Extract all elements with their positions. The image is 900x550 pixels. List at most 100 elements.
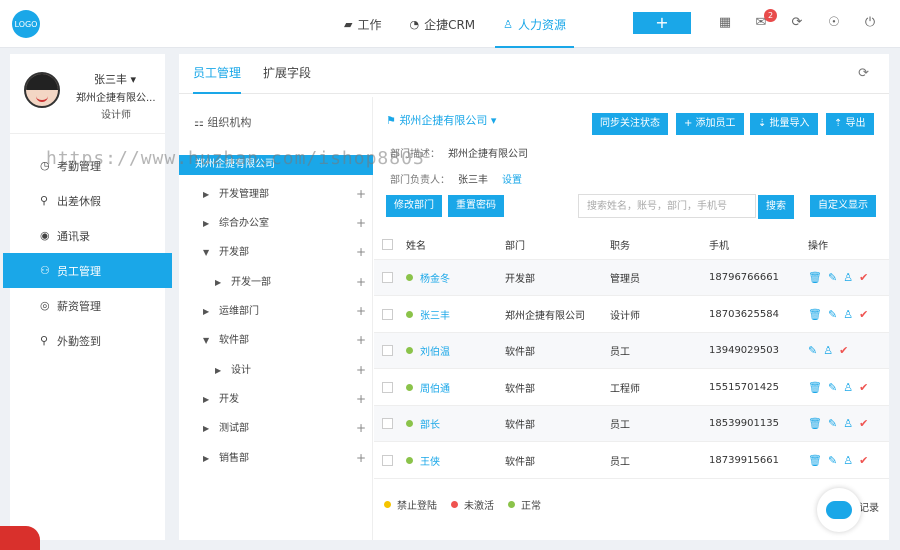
user-settings-icon[interactable]: ♙ <box>843 454 853 467</box>
refresh-icon[interactable]: ⟳ <box>858 66 869 81</box>
search-input[interactable] <box>578 194 756 218</box>
employee-name-link[interactable]: 张三丰 <box>420 307 450 322</box>
edit-icon[interactable]: ✎ <box>828 381 837 394</box>
delete-icon[interactable]: 🗑 <box>808 454 822 467</box>
power-icon[interactable]: ⏻ <box>861 14 879 32</box>
row-checkbox[interactable] <box>382 333 393 368</box>
table-row[interactable]: 王侠 软件部 员工 18739915661 🗑 ✎ ♙ ✔ <box>374 443 889 479</box>
table-row[interactable]: 刘伯温 软件部 员工 13949029503 ✎ ♙ ✔ <box>374 333 889 369</box>
add-node-icon[interactable]: + <box>356 275 366 289</box>
row-checkbox[interactable] <box>382 443 393 478</box>
edit-icon[interactable]: ✎ <box>828 454 837 467</box>
row-checkbox[interactable] <box>382 406 393 441</box>
add-node-icon[interactable]: + <box>356 187 366 201</box>
employee-name-link[interactable]: 周伯通 <box>420 380 450 395</box>
add-node-icon[interactable]: + <box>356 304 366 318</box>
caret-down-icon[interactable]: ▼ <box>203 331 219 351</box>
confirm-icon[interactable]: ✔ <box>859 454 868 467</box>
caret-right-icon[interactable]: ▶ <box>203 214 219 234</box>
sidebar-item-checkin[interactable]: ⚲ 外勤签到 <box>10 323 165 358</box>
logo[interactable]: LOGO <box>12 10 40 38</box>
table-row[interactable]: 杨金冬 开发部 管理员 18796766661 🗑 ✎ ♙ ✔ <box>374 260 889 296</box>
confirm-icon[interactable]: ✔ <box>859 381 868 394</box>
caret-right-icon[interactable]: ▶ <box>215 273 231 293</box>
tree-node[interactable]: ▶ 综合办公室 <box>203 214 269 234</box>
caret-right-icon[interactable]: ▶ <box>203 302 219 322</box>
add-node-icon[interactable]: + <box>356 421 366 435</box>
add-staff-button[interactable]: + 添加员工 <box>676 113 744 135</box>
reset-password-button[interactable]: 重置密码 <box>448 195 504 217</box>
bulb-icon[interactable]: ☉ <box>825 14 843 32</box>
tree-node[interactable]: ▶ 设计 <box>215 361 251 381</box>
delete-icon[interactable]: 🗑 <box>808 417 822 430</box>
avatar[interactable] <box>24 72 60 108</box>
tab-staff-management[interactable]: 员工管理 <box>193 54 242 94</box>
nav-hr[interactable]: ♙ 人力资源 <box>489 0 580 48</box>
caret-right-icon[interactable]: ▶ <box>203 185 219 205</box>
row-checkbox[interactable] <box>382 370 393 405</box>
user-settings-icon[interactable]: ♙ <box>843 417 853 430</box>
add-node-icon[interactable]: + <box>356 392 366 406</box>
select-all-checkbox[interactable] <box>382 230 393 259</box>
user-name-dropdown[interactable]: 张三丰 ▾ <box>94 71 136 87</box>
sync-icon[interactable]: ⟳ <box>788 14 806 32</box>
sidebar-item-staff[interactable]: ⚇ 员工管理 <box>3 253 172 288</box>
table-row[interactable]: 部长 软件部 员工 18539901135 🗑 ✎ ♙ ✔ <box>374 406 889 442</box>
chat-icon[interactable] <box>817 488 861 532</box>
caret-down-icon[interactable]: ▼ <box>203 243 219 263</box>
confirm-icon[interactable]: ✔ <box>859 271 868 284</box>
employee-name-link[interactable]: 部长 <box>420 416 440 431</box>
edit-icon[interactable]: ✎ <box>828 271 837 284</box>
employee-name-link[interactable]: 杨金冬 <box>420 270 450 285</box>
tree-node[interactable]: ▶ 运维部门 <box>203 302 259 322</box>
tree-node[interactable]: ▶ 测试部 <box>203 419 249 439</box>
edit-icon[interactable]: ✎ <box>828 308 837 321</box>
tree-node[interactable]: ▼ 软件部 <box>203 331 249 351</box>
add-node-icon[interactable]: + <box>356 333 366 347</box>
qrcode-icon[interactable]: ▦ <box>716 14 734 32</box>
add-node-icon[interactable]: + <box>356 216 366 230</box>
set-head-link[interactable]: 设置 <box>502 175 522 186</box>
add-node-icon[interactable]: + <box>356 363 366 377</box>
employee-name-link[interactable]: 刘伯温 <box>420 343 450 358</box>
sidebar-item-salary[interactable]: ◎ 薪资管理 <box>10 288 165 323</box>
export-button[interactable]: ⇡ 导出 <box>826 113 874 135</box>
tree-node[interactable]: ▶ 开发一部 <box>215 273 271 293</box>
caret-right-icon[interactable]: ▶ <box>203 419 219 439</box>
confirm-icon[interactable]: ✔ <box>859 417 868 430</box>
delete-icon[interactable]: 🗑 <box>808 271 822 284</box>
tree-node[interactable]: ▶ 开发 <box>203 390 239 410</box>
tree-node-root[interactable]: 郑州企捷有限公司 <box>179 155 373 175</box>
user-settings-icon[interactable]: ♙ <box>843 381 853 394</box>
mail-icon[interactable]: ✉ 2 <box>752 9 777 32</box>
sidebar-item-leave[interactable]: ⚲ 出差休假 <box>10 183 165 218</box>
confirm-icon[interactable]: ✔ <box>839 344 848 357</box>
nav-work[interactable]: ▰ 工作 <box>330 0 395 48</box>
user-settings-icon[interactable]: ♙ <box>823 344 833 357</box>
tree-node[interactable]: ▼ 开发部 <box>203 243 249 263</box>
tab-extend-fields[interactable]: 扩展字段 <box>263 54 311 94</box>
user-settings-icon[interactable]: ♙ <box>843 271 853 284</box>
add-node-icon[interactable]: + <box>356 245 366 259</box>
search-button[interactable]: 搜索 <box>758 195 794 219</box>
corner-badge-icon[interactable] <box>0 526 40 550</box>
sidebar-item-contacts[interactable]: ◉ 通讯录 <box>10 218 165 253</box>
row-checkbox[interactable] <box>382 260 393 295</box>
company-selector[interactable]: ⚑ 郑州企捷有限公司 ▾ <box>386 112 496 128</box>
table-row[interactable]: 周伯通 软件部 工程师 15515701425 🗑 ✎ ♙ ✔ <box>374 370 889 406</box>
sync-follow-button[interactable]: 同步关注状态 <box>592 113 668 135</box>
caret-right-icon[interactable]: ▶ <box>203 449 219 469</box>
edit-dept-button[interactable]: 修改部门 <box>386 195 442 217</box>
nav-crm[interactable]: ◔ 企捷CRM <box>395 0 489 48</box>
caret-right-icon[interactable]: ▶ <box>215 361 231 381</box>
edit-icon[interactable]: ✎ <box>828 417 837 430</box>
tree-node[interactable]: ▶ 销售部 <box>203 449 249 469</box>
employee-name-link[interactable]: 王侠 <box>420 453 440 468</box>
delete-icon[interactable]: 🗑 <box>808 308 822 321</box>
sidebar-item-attendance[interactable]: ◷ 考勤管理 <box>10 148 165 183</box>
batch-import-button[interactable]: ⇣ 批量导入 <box>750 113 818 135</box>
tree-node[interactable]: ▶ 开发管理部 <box>203 185 269 205</box>
add-button[interactable]: + <box>633 12 691 34</box>
caret-right-icon[interactable]: ▶ <box>203 390 219 410</box>
row-checkbox[interactable] <box>382 297 393 332</box>
